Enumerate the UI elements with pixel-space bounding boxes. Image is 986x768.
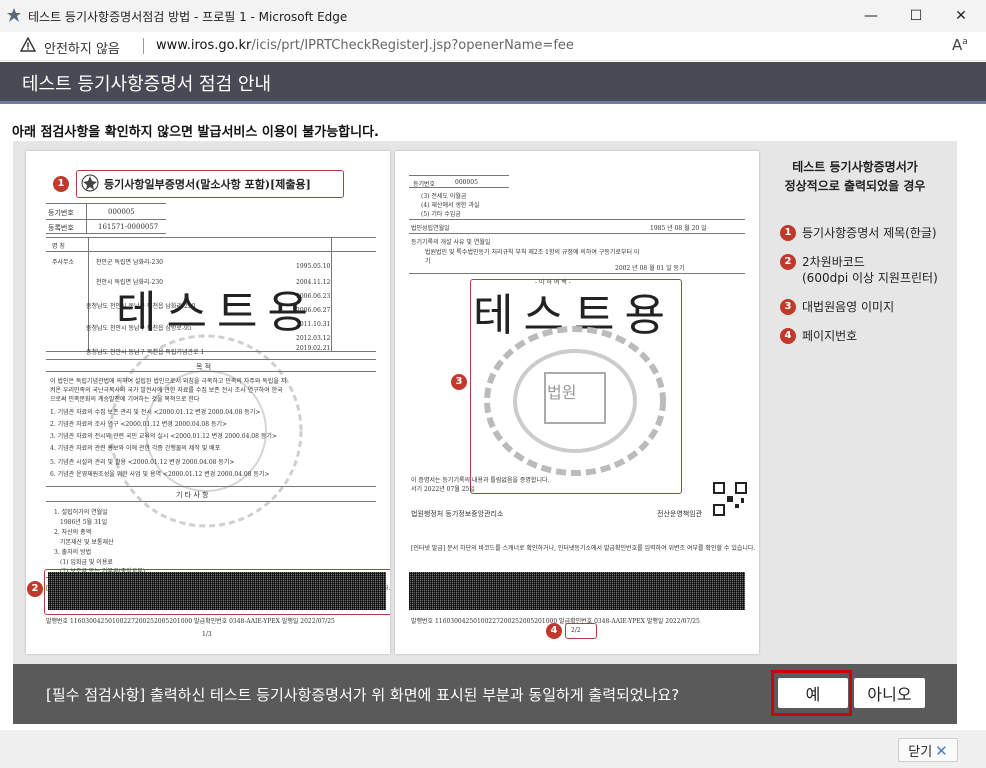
marker-4: 4 — [546, 623, 562, 639]
biz-no-label: 등록번호 — [48, 224, 74, 232]
2d-barcode-2 — [409, 572, 745, 610]
legend-marker-3: 3 — [780, 299, 796, 315]
legend-sublabel-2: (600dpi 이상 지원프린터) — [802, 271, 938, 285]
confirm-bar: [필수 점검사항] 출력하신 테스트 등기사항증명서가 위 화면에 표시된 부분… — [13, 664, 957, 724]
page-number-1: 1/3 — [202, 631, 212, 638]
notice-text: 아래 점검사항을 확인하지 않으면 발급서비스 이용이 불가능합니다. — [12, 125, 379, 140]
issuing-office: 법원행정처 등기정보중앙관리소 — [411, 510, 504, 518]
sample-page-2: 등기번호 000005 (3) 전세도 이월금 (4) 재산에서 생한 과실 (… — [395, 151, 759, 654]
url-text[interactable]: www.iros.go.kr/icis/prt/IPRTCheckRegiste… — [156, 38, 574, 53]
legend-title-line2: 정상적으로 출력되었을 경우 — [784, 179, 926, 193]
legend-label-4: 페이지번호 — [802, 329, 858, 343]
close-icon: ✕ — [935, 741, 948, 760]
legend-marker-2: 2 — [780, 254, 796, 270]
close-button[interactable]: 닫기 ✕ — [898, 738, 958, 762]
court-emblem-icon — [81, 174, 99, 192]
page-number-2: 2/2 — [571, 627, 581, 634]
2d-barcode — [48, 572, 386, 610]
window-title: 테스트 등기사항증명서점검 방법 - 프로필 1 - Microsoft Edg… — [28, 10, 348, 24]
legend-marker-4: 4 — [780, 328, 796, 344]
doc-title: 등기사항일부증명서(말소사항 포함)[제출용] — [104, 178, 311, 191]
close-window-button[interactable]: ✕ — [938, 0, 984, 32]
legend-label-2: 2차원바코드 — [802, 255, 865, 269]
address-bar[interactable]: 안전하지 않음 www.iros.go.kr/icis/prt/IPRTChec… — [0, 32, 986, 61]
page-title: 테스트 등기사항증명서 점검 안내 — [22, 74, 272, 95]
reg-no-label: 등기번호 — [48, 209, 74, 217]
url-path: /icis/prt/IPRTCheckRegisterJ.jsp?openerN… — [251, 38, 574, 53]
preview-area: 1 등기사항일부증명서(말소사항 포함)[제출용] 등기번호 000005 등록… — [13, 141, 957, 664]
page-header: 테스트 등기사항증명서 점검 안내 — [0, 62, 986, 104]
confirm-question: [필수 점검사항] 출력하신 테스트 등기사항증명서가 위 화면에 표시된 부분… — [46, 686, 680, 704]
legend-panel: 테스트 등기사항증명서가 정상적으로 출력되었을 경우 1 등기사항증명서 제목… — [766, 150, 944, 344]
url-host: www.iros.go.kr — [156, 38, 252, 53]
misc-title: 기 타 사 항 — [176, 491, 209, 499]
yes-button[interactable]: 예 — [778, 678, 848, 708]
close-label: 닫기 — [908, 744, 933, 760]
reg-no-value: 000005 — [108, 208, 135, 216]
maximize-button[interactable]: ☐ — [893, 0, 939, 32]
legend-label-1: 등기사항증명서 제목(한글) — [802, 226, 937, 240]
page-number-highlight-box — [565, 623, 597, 639]
marker-1: 1 — [53, 176, 69, 192]
address-separator — [143, 38, 144, 54]
security-label[interactable]: 안전하지 않음 — [44, 38, 120, 57]
legend-label-3: 대법원음영 이미지 — [802, 300, 895, 314]
reg-no-value-2: 000005 — [455, 179, 478, 186]
read-aloud-icon[interactable]: Aa — [952, 36, 968, 54]
seal-label: 법원 — [547, 383, 577, 402]
legend-title-line1: 테스트 등기사항증명서가 — [792, 160, 918, 174]
marker-3: 3 — [451, 374, 467, 390]
minimize-button[interactable]: — — [848, 0, 894, 32]
legend-marker-1: 1 — [780, 225, 796, 241]
window-titlebar: 테스트 등기사항증명서점검 방법 - 프로필 1 - Microsoft Edg… — [0, 0, 986, 32]
footer-bar: 닫기 ✕ — [0, 730, 986, 768]
biz-no-value: 161571-0000057 — [98, 223, 159, 231]
marker-2: 2 — [27, 581, 43, 597]
court-logo-icon — [7, 8, 21, 22]
no-button[interactable]: 아니오 — [854, 678, 925, 708]
issuing-officer: 전산운영책임관 — [657, 510, 703, 518]
warning-icon[interactable] — [20, 37, 36, 53]
sample-page-1: 1 등기사항일부증명서(말소사항 포함)[제출용] 등기번호 000005 등록… — [26, 151, 390, 654]
qr-code-icon — [713, 482, 747, 516]
